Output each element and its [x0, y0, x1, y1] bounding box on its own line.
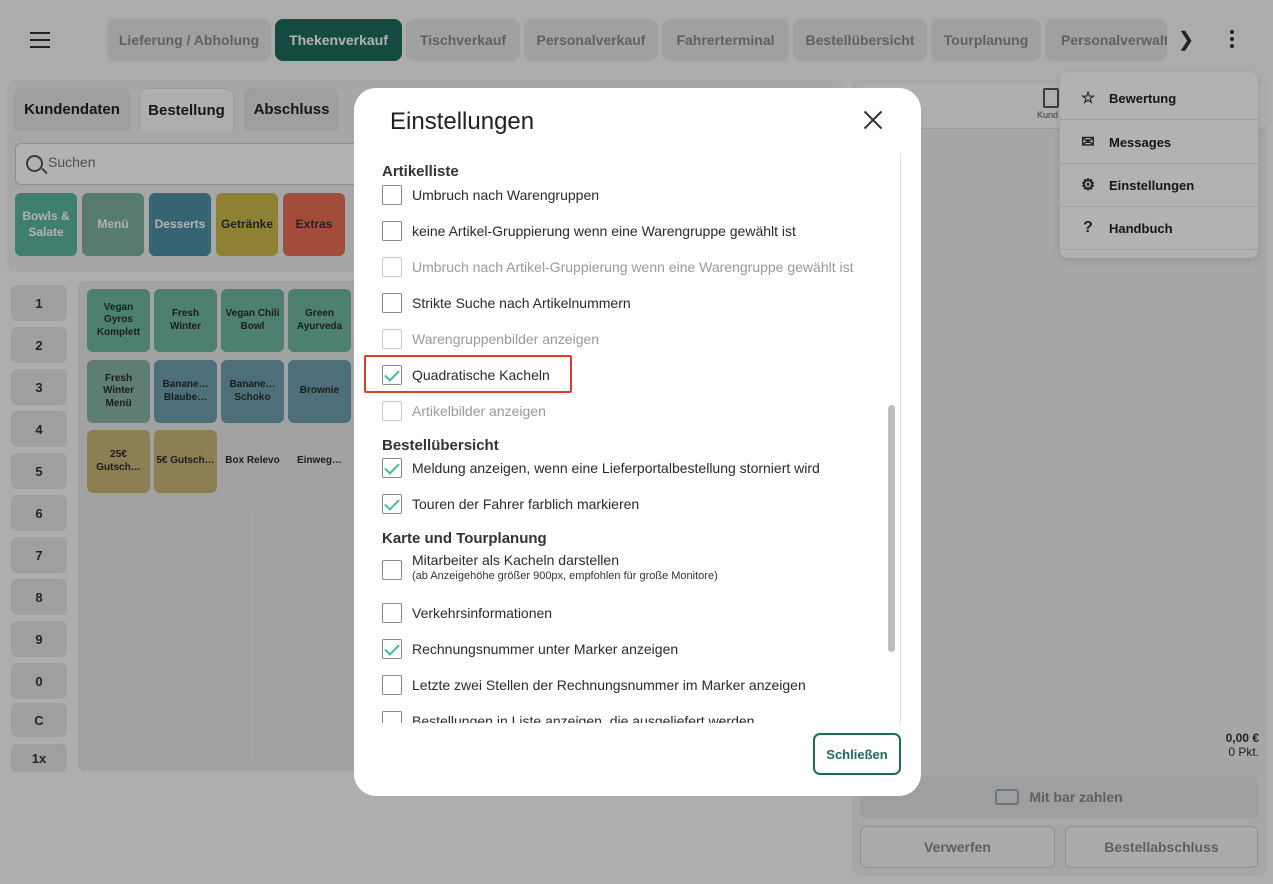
option-label: Umbruch nach Artikel-Gruppierung wenn ei… — [412, 259, 854, 275]
option-label: Rechnungsnummer unter Marker anzeigen — [412, 641, 679, 657]
checkbox-checked[interactable] — [382, 458, 402, 478]
checkbox[interactable] — [382, 711, 402, 723]
close-icon[interactable] — [859, 106, 887, 134]
option-label: Bestellungen in Liste anzeigen, die ausg… — [412, 713, 755, 723]
checkbox[interactable] — [382, 221, 402, 241]
dialog-title: Einstellungen — [390, 108, 535, 135]
section-heading-artikelliste: Artikelliste — [382, 163, 459, 180]
option-label: Verkehrsinformationen — [412, 605, 553, 621]
option-label: keine Artikel-Gruppierung wenn eine Ware… — [412, 223, 796, 239]
option-umbruch-warengruppen[interactable]: Umbruch nach Warengruppen — [382, 185, 599, 205]
close-button[interactable]: Schließen — [813, 733, 901, 775]
checkbox-checked[interactable] — [382, 494, 402, 514]
option-bestellungen-liste[interactable]: Bestellungen in Liste anzeigen, die ausg… — [382, 711, 754, 723]
option-label: Mitarbeiter als Kacheln darstellen (ab A… — [412, 550, 718, 583]
checkbox-checked[interactable] — [382, 639, 402, 659]
option-label: Warengruppenbilder anzeigen — [412, 331, 600, 347]
option-strikte-suche[interactable]: Strikte Suche nach Artikelnummern — [382, 293, 631, 313]
checkbox — [382, 401, 402, 421]
option-meldung-storniert[interactable]: Meldung anzeigen, wenn eine Lieferportal… — [382, 458, 820, 478]
option-warengruppenbilder: Warengruppenbilder anzeigen — [382, 329, 599, 349]
option-label: Umbruch nach Warengruppen — [412, 187, 600, 203]
section-heading-bestelluebersicht: Bestellübersicht — [382, 437, 499, 454]
checkbox[interactable] — [382, 185, 402, 205]
settings-dialog: Einstellungen Artikelliste Umbruch nach … — [354, 88, 921, 796]
option-label: Touren der Fahrer farblich markieren — [412, 496, 640, 512]
checkbox — [382, 329, 402, 349]
checkbox[interactable] — [382, 293, 402, 313]
option-rechnungsnummer-marker[interactable]: Rechnungsnummer unter Marker anzeigen — [382, 639, 678, 659]
checkbox[interactable] — [382, 675, 402, 695]
option-keine-gruppierung[interactable]: keine Artikel-Gruppierung wenn eine Ware… — [382, 221, 796, 241]
option-label: Artikelbilder anzeigen — [412, 403, 546, 419]
checkbox[interactable] — [382, 560, 402, 580]
settings-list: Artikelliste Umbruch nach Warengruppen k… — [362, 153, 900, 723]
option-letzte-zwei-stellen[interactable]: Letzte zwei Stellen der Rechnungsnummer … — [382, 675, 806, 695]
option-label-sub: (ab Anzeigehöhe größer 900px, empfohlen … — [412, 570, 718, 582]
option-label: Letzte zwei Stellen der Rechnungsnummer … — [412, 677, 806, 693]
highlight-box — [364, 355, 572, 393]
option-touren-farblich[interactable]: Touren der Fahrer farblich markieren — [382, 494, 639, 514]
option-mitarbeiter-kacheln[interactable]: Mitarbeiter als Kacheln darstellen (ab A… — [382, 552, 718, 583]
checkbox[interactable] — [382, 603, 402, 623]
option-umbruch-gruppierung: Umbruch nach Artikel-Gruppierung wenn ei… — [382, 257, 854, 277]
option-label: Meldung anzeigen, wenn eine Lieferportal… — [412, 460, 820, 476]
option-label: Strikte Suche nach Artikelnummern — [412, 295, 631, 311]
option-verkehrsinformationen[interactable]: Verkehrsinformationen — [382, 603, 552, 623]
checkbox — [382, 257, 402, 277]
section-heading-karte-tourplanung: Karte und Tourplanung — [382, 530, 547, 547]
option-label-main: Mitarbeiter als Kacheln darstellen — [412, 552, 619, 568]
option-artikelbilder: Artikelbilder anzeigen — [382, 401, 546, 421]
scrollbar-track[interactable] — [900, 153, 901, 723]
